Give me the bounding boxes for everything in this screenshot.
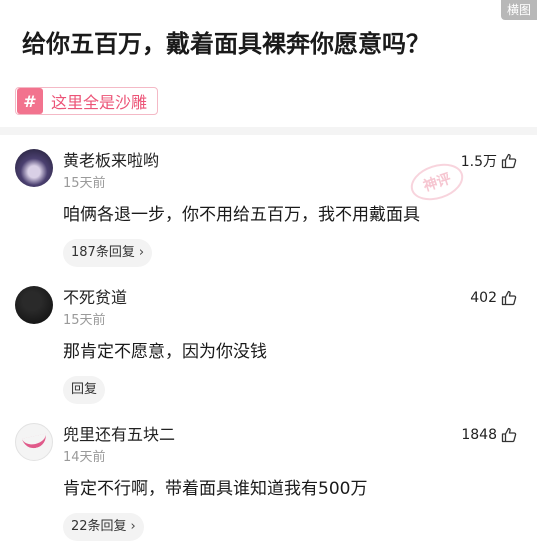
comment-time: 14天前: [63, 450, 106, 465]
comment-item: 黄老板来啦哟 15天前 咱俩各退一步，你不用给五百万，我不用戴面具 187条回复…: [0, 149, 537, 269]
comment-content: 咱俩各退一步，你不用给五百万，我不用戴面具: [63, 205, 420, 225]
avatar[interactable]: [15, 149, 53, 187]
chevron-right-icon: ›: [138, 245, 145, 260]
like-count: 402: [470, 290, 497, 306]
replies-button[interactable]: 187条回复 ›: [63, 239, 153, 267]
replies-label: 187条回复: [71, 245, 135, 260]
thumb-up-icon: [501, 427, 517, 443]
comment-content: 肯定不行啊，带着面具谁知道我有500万: [63, 479, 368, 499]
chevron-right-icon: ›: [130, 519, 136, 534]
comment-item: 兜里还有五块二 14天前 肯定不行啊，带着面具谁知道我有500万 22条回复 ›…: [0, 423, 537, 541]
comment-time: 15天前: [63, 176, 106, 191]
comment-time: 15天前: [63, 313, 106, 328]
reply-label: 回复: [71, 382, 98, 397]
like-button[interactable]: 402: [470, 288, 517, 308]
topic-tag[interactable]: # 这里全是沙雕: [15, 87, 159, 115]
thumb-up-icon: [501, 153, 517, 169]
comment-username[interactable]: 黄老板来啦哟: [63, 151, 159, 171]
avatar[interactable]: [15, 423, 53, 461]
avatar[interactable]: [15, 286, 53, 324]
like-count: 1848: [461, 427, 497, 443]
like-button[interactable]: 1.5万: [461, 151, 517, 171]
comment-content: 那肯定不愿意，因为你没钱: [63, 342, 267, 362]
comment-item: 不死贫道 15天前 那肯定不愿意，因为你没钱 回复 402: [0, 286, 537, 406]
post-title: 给你五百万，戴着面具裸奔你愿意吗？: [22, 30, 430, 58]
section-divider: [0, 127, 537, 135]
reply-button[interactable]: 回复: [63, 376, 106, 404]
corner-label: 横图: [500, 0, 537, 20]
like-button[interactable]: 1848: [461, 425, 517, 445]
replies-label: 22条回复: [71, 519, 127, 534]
comment-username[interactable]: 不死贫道: [63, 288, 127, 308]
hashtag-icon: #: [17, 88, 43, 114]
swoosh-logo-icon: [22, 433, 48, 451]
replies-button[interactable]: 22条回复 ›: [63, 513, 144, 541]
comment-username[interactable]: 兜里还有五块二: [63, 425, 175, 445]
thumb-up-icon: [501, 290, 517, 306]
like-count: 1.5万: [460, 154, 497, 170]
topic-label: 这里全是沙雕: [51, 93, 148, 112]
